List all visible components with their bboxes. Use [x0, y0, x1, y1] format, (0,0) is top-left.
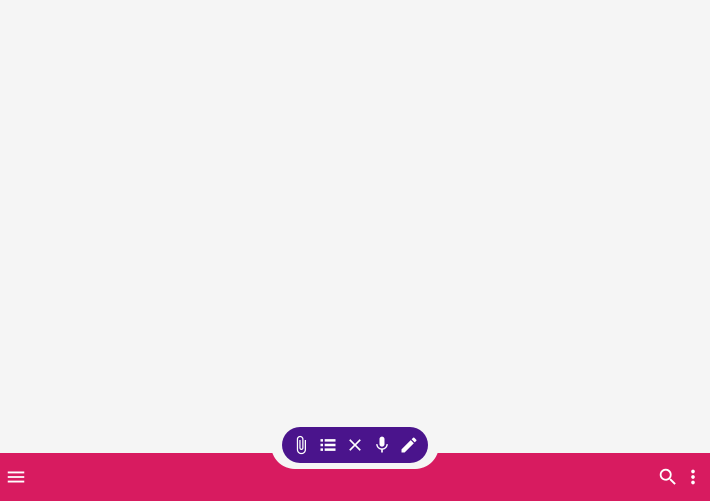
mic-button[interactable] [369, 432, 395, 458]
more-options-button[interactable] [677, 461, 709, 493]
content-area [0, 0, 710, 453]
menu-icon [7, 471, 25, 483]
edit-icon [401, 437, 417, 453]
speed-dial-fab [282, 427, 428, 463]
close-button[interactable] [342, 432, 368, 458]
mic-icon [375, 436, 388, 453]
list-icon [320, 439, 336, 451]
close-icon [349, 439, 361, 451]
more-vert-icon [691, 469, 695, 485]
edit-button[interactable] [396, 432, 422, 458]
list-button[interactable] [315, 432, 341, 458]
attach-icon [297, 435, 307, 455]
search-icon [659, 468, 676, 485]
attach-button[interactable] [288, 432, 314, 458]
menu-button[interactable] [0, 461, 32, 493]
